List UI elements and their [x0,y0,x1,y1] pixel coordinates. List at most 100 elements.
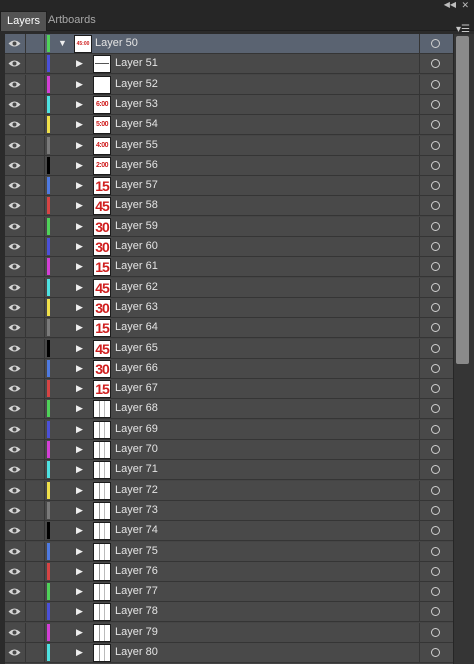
lock-toggle[interactable] [26,277,45,297]
visibility-eye-icon[interactable] [5,297,26,317]
disclosure-triangle-right-icon[interactable]: ▶ [76,75,83,94]
layer-row[interactable]: ▶ Layer 51 [5,54,453,75]
visibility-eye-icon[interactable] [5,480,26,500]
lock-toggle[interactable] [26,419,45,439]
visibility-eye-icon[interactable] [5,399,26,419]
lock-toggle[interactable] [26,602,45,622]
target-cell[interactable] [419,602,453,622]
target-cell[interactable] [419,115,453,135]
layer-row[interactable]: ▶ 45 Layer 58 [5,196,453,217]
lock-toggle[interactable] [26,521,45,541]
target-circle-icon[interactable] [431,424,440,434]
disclosure-triangle-right-icon[interactable]: ▶ [76,521,83,540]
target-cell[interactable] [419,379,453,399]
disclosure-triangle-right-icon[interactable]: ▶ [76,237,83,256]
layer-row[interactable]: ▶ 30 Layer 63 [5,297,453,318]
target-cell[interactable] [419,561,453,581]
target-circle-icon[interactable] [431,384,440,394]
visibility-eye-icon[interactable] [5,541,26,561]
target-circle-icon[interactable] [431,607,440,617]
lock-toggle[interactable] [26,74,45,94]
scrollbar-thumb[interactable] [456,36,469,364]
layer-name[interactable]: Layer 58 [115,196,158,215]
layer-row[interactable]: ▶ 4:00 Layer 55 [5,135,453,156]
layer-name[interactable]: Layer 77 [115,582,158,601]
layer-name[interactable]: Layer 74 [115,521,158,540]
disclosure-triangle-right-icon[interactable]: ▶ [76,217,83,236]
visibility-eye-icon[interactable] [5,582,26,602]
target-cell[interactable] [419,54,453,74]
visibility-eye-icon[interactable] [5,54,26,74]
layer-row[interactable]: ▶ Layer 71 [5,460,453,481]
layer-row[interactable]: ▶ 30 Layer 60 [5,237,453,257]
disclosure-triangle-right-icon[interactable]: ▶ [76,156,83,175]
target-circle-icon[interactable] [431,587,440,597]
disclosure-triangle-right-icon[interactable]: ▶ [76,643,83,662]
lock-toggle[interactable] [26,582,45,602]
visibility-eye-icon[interactable] [5,237,26,256]
layer-row[interactable]: ▶ 6:00 Layer 53 [5,94,453,115]
layer-name[interactable]: Layer 78 [115,602,158,621]
layer-name[interactable]: Layer 80 [115,643,158,662]
lock-toggle[interactable] [26,257,45,277]
tab-artboards[interactable]: Artboards [42,11,102,30]
lock-toggle[interactable] [26,94,45,114]
lock-toggle[interactable] [26,54,45,74]
double-chevron-left-icon[interactable]: ◀◀ [444,0,456,10]
target-circle-icon[interactable] [431,201,440,211]
disclosure-triangle-right-icon[interactable]: ▶ [76,582,83,601]
layer-row[interactable]: ▶ 5:00 Layer 54 [5,115,453,136]
layer-name[interactable]: Layer 69 [115,420,158,439]
visibility-eye-icon[interactable] [5,196,26,216]
layer-name[interactable]: Layer 76 [115,562,158,581]
disclosure-triangle-right-icon[interactable]: ▶ [76,399,83,418]
layer-name[interactable]: Layer 70 [115,440,158,459]
visibility-eye-icon[interactable] [5,561,26,581]
disclosure-triangle-right-icon[interactable]: ▶ [76,176,83,195]
visibility-eye-icon[interactable] [5,643,26,662]
lock-toggle[interactable] [26,622,45,642]
lock-toggle[interactable] [26,338,45,358]
visibility-eye-icon[interactable] [5,460,26,480]
target-circle-icon[interactable] [431,160,440,170]
layer-name[interactable]: Layer 68 [115,399,158,418]
target-circle-icon[interactable] [431,181,440,191]
visibility-eye-icon[interactable] [5,176,26,196]
target-cell[interactable] [419,338,453,358]
lock-toggle[interactable] [26,643,45,662]
layer-name[interactable]: Layer 64 [115,318,158,337]
layer-name[interactable]: Layer 66 [115,359,158,378]
target-circle-icon[interactable] [431,404,440,414]
layer-row[interactable]: ▶ 45 Layer 62 [5,277,453,298]
disclosure-triangle-right-icon[interactable]: ▶ [76,95,83,114]
target-circle-icon[interactable] [431,120,440,130]
lock-toggle[interactable] [26,216,45,236]
visibility-eye-icon[interactable] [5,338,26,358]
layer-name[interactable]: Layer 75 [115,542,158,561]
disclosure-triangle-right-icon[interactable]: ▶ [76,379,83,398]
target-cell[interactable] [419,643,453,662]
layer-name[interactable]: Layer 56 [115,156,158,175]
lock-toggle[interactable] [26,237,45,256]
lock-toggle[interactable] [26,297,45,317]
target-circle-icon[interactable] [431,302,440,312]
layer-row[interactable]: ▶ 45 Layer 65 [5,338,453,359]
disclosure-triangle-right-icon[interactable]: ▶ [76,623,83,642]
lock-toggle[interactable] [26,440,45,459]
layer-row[interactable]: ▶ Layer 76 [5,561,453,582]
visibility-eye-icon[interactable] [5,135,26,155]
disclosure-triangle-right-icon[interactable]: ▶ [76,257,83,276]
disclosure-triangle-right-icon[interactable]: ▶ [76,602,83,621]
target-cell[interactable] [419,277,453,297]
target-circle-icon[interactable] [431,648,440,657]
visibility-eye-icon[interactable] [5,500,26,520]
layer-name[interactable]: Layer 54 [115,115,158,134]
lock-toggle[interactable] [26,358,45,378]
lock-toggle[interactable] [26,541,45,561]
disclosure-triangle-right-icon[interactable]: ▶ [76,136,83,155]
tab-layers[interactable]: Layers [0,11,48,31]
target-cell[interactable] [419,257,453,277]
layer-row[interactable]: ▶ Layer 52 [5,74,453,95]
layer-name[interactable]: Layer 63 [115,298,158,317]
target-cell[interactable] [419,94,453,114]
